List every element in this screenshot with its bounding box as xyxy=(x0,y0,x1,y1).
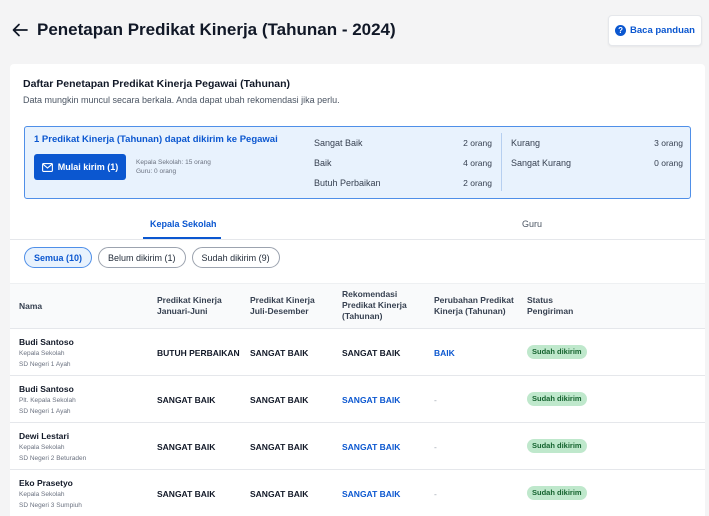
main-card: Daftar Penetapan Predikat Kinerja Pegawa… xyxy=(10,64,705,516)
active-tab-indicator xyxy=(143,237,221,239)
summary-count: 3 orang xyxy=(654,138,683,148)
predikat-perubahan: - xyxy=(434,489,437,499)
top-bar: Penetapan Predikat Kinerja (Tahunan - 20… xyxy=(0,0,709,62)
header-status: Status Pengiriman xyxy=(527,295,574,316)
employee-role: Kepala Sekolah xyxy=(19,350,65,357)
summary-row: Kurang 3 orang xyxy=(511,133,683,153)
employee-name: Budi Santoso xyxy=(19,384,74,394)
summary-column-a: Sangat Baik 2 orang Baik 4 orang Butuh Per… xyxy=(314,133,492,193)
table-row[interactable]: Budi Santoso Kepala Sekolah SD Negeri 1 … xyxy=(10,329,705,376)
summary-row: Sangat Baik 2 orang xyxy=(314,133,492,153)
tab-bar: Kepala Sekolah Guru xyxy=(10,210,705,240)
predikat-perubahan: - xyxy=(434,395,437,405)
table-row[interactable]: Dewi Lestari Kepala Sekolah SD Negeri 2 … xyxy=(10,423,705,470)
card-title: Daftar Penetapan Predikat Kinerja Pegawa… xyxy=(23,78,291,90)
predikat-rekomendasi-link[interactable]: SANGAT BAIK xyxy=(342,442,400,452)
start-send-label: Mulai kirim (1) xyxy=(57,162,119,172)
header-perubahan: Perubahan Predikat Kinerja (Tahunan) xyxy=(434,295,514,316)
summary-row: Butuh Perbaikan 2 orang xyxy=(314,173,492,193)
predikat-rekomendasi: SANGAT BAIK xyxy=(342,348,401,358)
predikat-jan-jun: BUTUH PERBAIKAN xyxy=(157,348,240,358)
summary-headline: 1 Predikat Kinerja (Tahunan) dapat dikir… xyxy=(34,134,278,145)
predikat-perubahan-link[interactable]: BAIK xyxy=(434,348,455,358)
card-subtitle: Data mungkin muncul secara berkala. Anda… xyxy=(23,95,340,105)
tab-kepala-sekolah[interactable]: Kepala Sekolah xyxy=(150,219,217,229)
header-nama: Nama xyxy=(19,301,43,311)
employee-school: SD Negeri 3 Sumpiuh xyxy=(19,502,82,509)
status-badge: Sudah dikirim xyxy=(527,345,587,359)
kepala-count: Kepala Sekolah: 15 orang xyxy=(136,159,211,166)
table-row[interactable]: Budi Santoso Plt. Kepala Sekolah SD Nege… xyxy=(10,376,705,423)
summary-panel: 1 Predikat Kinerja (Tahunan) dapat dikir… xyxy=(24,126,691,199)
summary-count: 4 orang xyxy=(463,158,492,168)
employee-role: Plt. Kepala Sekolah xyxy=(19,397,76,404)
predikat-rekomendasi-link[interactable]: SANGAT BAIK xyxy=(342,489,400,499)
summary-label: Sangat Baik xyxy=(314,138,363,148)
filter-unsent-chip[interactable]: Belum dikirim (1) xyxy=(98,247,186,268)
summary-count: 2 orang xyxy=(463,138,492,148)
employee-school: SD Negeri 1 Ayah xyxy=(19,361,71,368)
predikat-jul-des: SANGAT BAIK xyxy=(250,395,309,405)
header-jan-jun: Predikat Kinerja Januari-Juni xyxy=(157,295,222,316)
employee-name: Eko Prasetyo xyxy=(19,478,73,488)
predikat-perubahan: - xyxy=(434,442,437,452)
header-jul-des: Predikat Kinerja Juli-Desember xyxy=(250,295,315,316)
employee-name: Dewi Lestari xyxy=(19,431,70,441)
guru-count: Guru: 0 orang xyxy=(136,168,177,175)
start-send-button[interactable]: Mulai kirim (1) xyxy=(34,154,126,180)
employee-school: SD Negeri 2 Beturaden xyxy=(19,455,87,462)
predikat-rekomendasi-link[interactable]: SANGAT BAIK xyxy=(342,395,400,405)
filter-all-chip[interactable]: Semua (10) xyxy=(24,247,93,268)
tab-guru[interactable]: Guru xyxy=(522,219,542,229)
summary-column-b: Kurang 3 orang Sangat Kurang 0 orang xyxy=(501,133,683,191)
guide-button[interactable]: ? Baca panduan xyxy=(608,15,702,46)
summary-label: Butuh Perbaikan xyxy=(314,178,381,188)
status-badge: Sudah dikirim xyxy=(527,392,587,406)
summary-label: Kurang xyxy=(511,138,541,148)
status-badge: Sudah dikirim xyxy=(527,439,587,453)
filter-sent-chip[interactable]: Sudah dikirim (9) xyxy=(191,247,280,268)
summary-row: Sangat Kurang 0 orang xyxy=(511,153,683,173)
mail-icon xyxy=(41,162,53,172)
employee-role: Kepala Sekolah xyxy=(19,444,65,451)
predikat-jul-des: SANGAT BAIK xyxy=(250,442,309,452)
table-row[interactable]: Eko Prasetyo Kepala Sekolah SD Negeri 3 … xyxy=(10,470,705,516)
table-header: Nama Predikat Kinerja Januari-Juni Predi… xyxy=(10,283,705,329)
status-badge: Sudah dikirim xyxy=(527,486,587,500)
page-title: Penetapan Predikat Kinerja (Tahunan - 20… xyxy=(37,20,396,39)
guide-button-label: Baca panduan xyxy=(630,25,695,36)
header-rekomendasi: Rekomendasi Predikat Kinerja (Tahunan) xyxy=(342,289,407,321)
employee-role: Kepala Sekolah xyxy=(19,491,65,498)
summary-count: 0 orang xyxy=(654,158,683,168)
question-circle-icon: ? xyxy=(615,25,627,36)
summary-count: 2 orang xyxy=(463,178,492,188)
predikat-jan-jun: SANGAT BAIK xyxy=(157,395,216,405)
back-arrow-icon[interactable] xyxy=(10,20,30,40)
predikat-jul-des: SANGAT BAIK xyxy=(250,489,309,499)
filter-chips: Semua (10) Belum dikirim (1) Sudah dikir… xyxy=(24,247,280,268)
employee-name: Budi Santoso xyxy=(19,337,74,347)
predikat-jan-jun: SANGAT BAIK xyxy=(157,489,216,499)
predikat-jul-des: SANGAT BAIK xyxy=(250,348,309,358)
summary-row: Baik 4 orang xyxy=(314,153,492,173)
predikat-jan-jun: SANGAT BAIK xyxy=(157,442,216,452)
summary-label: Sangat Kurang xyxy=(511,158,572,168)
recipient-counts: Kepala Sekolah: 15 orang Guru: 0 orang xyxy=(136,158,211,176)
summary-label: Baik xyxy=(314,158,332,168)
employee-school: SD Negeri 1 Ayah xyxy=(19,408,71,415)
